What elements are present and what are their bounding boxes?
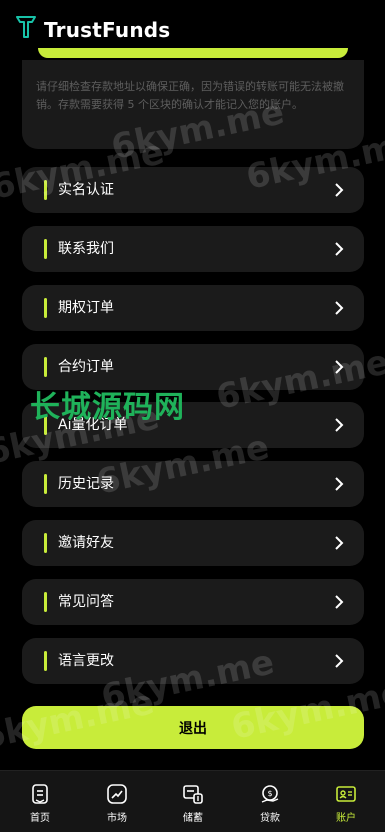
chevron-right-icon xyxy=(335,183,344,197)
market-icon xyxy=(107,784,127,804)
menu-accent-bar xyxy=(44,357,47,377)
savings-icon xyxy=(183,785,203,804)
menu-item-label: Ai量化订单 xyxy=(58,417,128,433)
menu-accent-bar xyxy=(44,533,47,553)
tab-label: 贷款 xyxy=(260,813,280,824)
chevron-right-icon xyxy=(335,595,344,609)
tab-label: 储蓄 xyxy=(183,813,203,824)
logout-label: 退出 xyxy=(179,721,207,737)
bottom-tab-bar: 首页 市场 储蓄 $ 贷款 账户 xyxy=(0,770,385,832)
chevron-right-icon xyxy=(335,360,344,374)
menu-item-label: 邀请好友 xyxy=(58,535,114,551)
menu-item-faq[interactable]: 常见问答 xyxy=(22,579,364,625)
menu-item-label: 合约订单 xyxy=(58,359,114,375)
scrolled-button-edge[interactable] xyxy=(38,48,348,58)
menu-accent-bar xyxy=(44,651,47,671)
tab-loan[interactable]: $ 贷款 xyxy=(245,783,295,824)
tab-market[interactable]: 市场 xyxy=(92,783,142,824)
menu-item-label: 联系我们 xyxy=(58,241,114,257)
logout-button[interactable]: 退出 xyxy=(22,706,364,749)
deposit-notice-card: 请仔细检查存款地址以确保正确，因为错误的转账可能无法被撤销。存款需要获得 5 个… xyxy=(22,60,364,149)
menu-item-contact-us[interactable]: 联系我们 xyxy=(22,226,364,272)
deposit-notice-text: 请仔细检查存款地址以确保正确，因为错误的转账可能无法被撤销。存款需要获得 5 个… xyxy=(36,80,344,111)
home-icon xyxy=(32,784,48,804)
menu-item-label: 语言更改 xyxy=(58,653,114,669)
svg-text:$: $ xyxy=(267,789,272,798)
chevron-right-icon xyxy=(335,242,344,256)
menu-accent-bar xyxy=(44,180,47,200)
tab-label: 首页 xyxy=(30,813,50,824)
tab-savings[interactable]: 储蓄 xyxy=(168,783,218,824)
tab-account[interactable]: 账户 xyxy=(321,783,371,824)
menu-item-history[interactable]: 历史记录 xyxy=(22,461,364,507)
menu-item-contract-orders[interactable]: 合约订单 xyxy=(22,344,364,390)
account-icon xyxy=(336,786,356,802)
menu-item-real-name-verification[interactable]: 实名认证 xyxy=(22,167,364,213)
chevron-right-icon xyxy=(335,301,344,315)
menu-item-option-orders[interactable]: 期权订单 xyxy=(22,285,364,331)
menu-item-invite-friends[interactable]: 邀请好友 xyxy=(22,520,364,566)
menu-accent-bar xyxy=(44,592,47,612)
menu-accent-bar xyxy=(44,239,47,259)
chevron-right-icon xyxy=(335,654,344,668)
menu-item-label: 实名认证 xyxy=(58,182,114,198)
menu-accent-bar xyxy=(44,474,47,494)
menu-accent-bar xyxy=(44,415,47,435)
tab-home[interactable]: 首页 xyxy=(15,783,65,824)
menu-item-ai-quant-orders[interactable]: Ai量化订单 xyxy=(22,402,364,448)
menu-item-label: 常见问答 xyxy=(58,594,114,610)
menu-item-label: 期权订单 xyxy=(58,300,114,316)
trustfunds-logo-icon xyxy=(16,16,36,38)
menu-accent-bar xyxy=(44,298,47,318)
tab-label: 账户 xyxy=(336,813,356,824)
menu-item-label: 历史记录 xyxy=(58,476,114,492)
chevron-right-icon xyxy=(335,536,344,550)
tab-label: 市场 xyxy=(107,813,127,824)
menu-item-language[interactable]: 语言更改 xyxy=(22,638,364,684)
loan-icon: $ xyxy=(261,785,279,803)
app-title: TrustFunds xyxy=(44,18,171,42)
chevron-right-icon xyxy=(335,418,344,432)
chevron-right-icon xyxy=(335,477,344,491)
